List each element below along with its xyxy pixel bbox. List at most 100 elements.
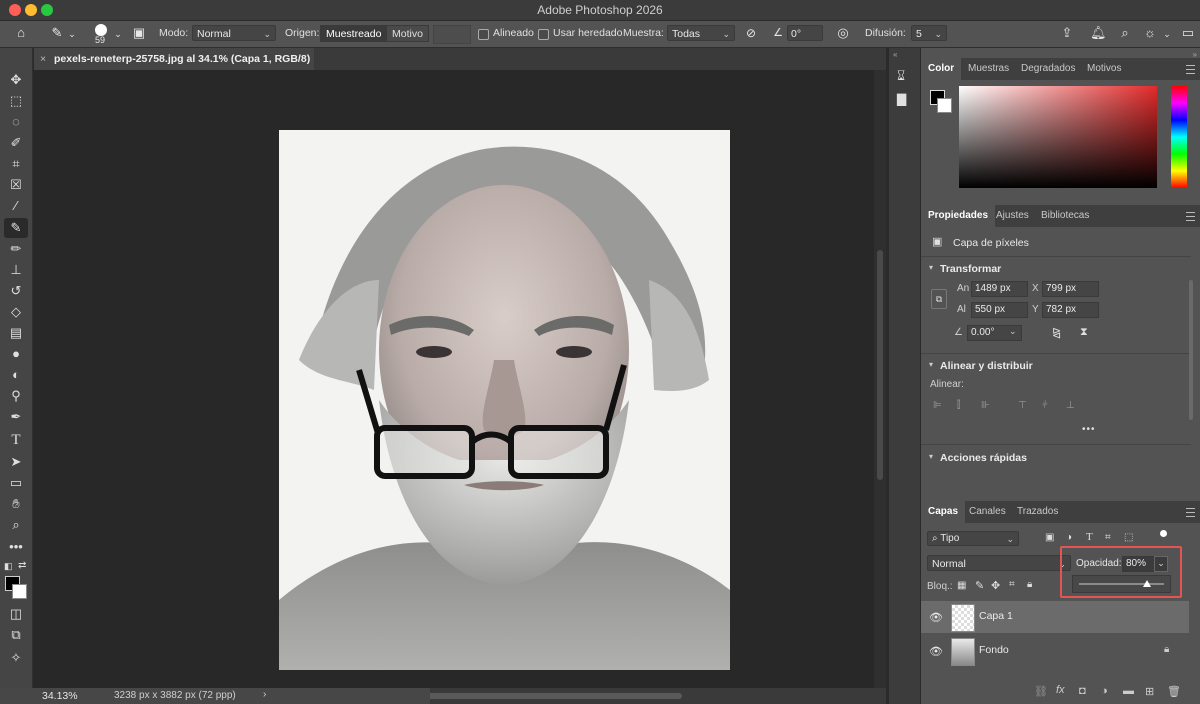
brush-tool-icon[interactable]: ✏ xyxy=(4,239,28,259)
color-picker-field[interactable] xyxy=(959,86,1157,188)
angle-input[interactable]: 0° xyxy=(787,25,823,41)
pattern-picker[interactable] xyxy=(433,25,471,44)
diffusion-select[interactable]: 5 ⌄ xyxy=(911,25,947,41)
rectangular-marquee-tool-icon[interactable]: ⬚ xyxy=(4,91,28,111)
origin-sampled-button[interactable]: Muestreado xyxy=(320,25,388,42)
blur-tool-icon[interactable]: ● xyxy=(4,344,28,364)
align-horizontal-centers-icon[interactable]: ⫿ xyxy=(957,400,960,411)
quick-actions-section-title[interactable]: Acciones rápidas xyxy=(940,452,1027,464)
layer-row-capa-1[interactable]: 👁︎ Capa 1 xyxy=(921,601,1189,633)
link-layers-icon[interactable]: ⛓︎ xyxy=(1034,685,1048,698)
lock-artboard-icon[interactable]: ⌗ xyxy=(1009,579,1015,590)
frame-tool-icon[interactable]: ☒ xyxy=(4,175,28,195)
layer-filter-select[interactable]: ⌕ Tipo ⌄ xyxy=(927,531,1019,546)
clone-stamp-tool-icon[interactable]: ⊥ xyxy=(4,260,28,280)
opacity-input[interactable]: 80% xyxy=(1122,556,1157,572)
layers-panel-menu-icon[interactable] xyxy=(1186,508,1195,517)
gradient-tool-icon[interactable]: ▤ xyxy=(4,323,28,343)
opacity-slider-thumb[interactable] xyxy=(1143,580,1151,587)
flip-horizontal-icon[interactable]: ⧎ xyxy=(1052,326,1061,339)
tab-channels[interactable]: Canales xyxy=(962,501,1013,523)
filter-adjustment-icon[interactable]: ◑ xyxy=(1066,532,1072,543)
home-icon[interactable]: ⌂ xyxy=(12,26,30,40)
tab-properties[interactable]: Propiedades xyxy=(921,205,996,227)
origin-pattern-button[interactable]: Motivo xyxy=(386,25,429,42)
chevron-down-icon[interactable]: ▾ xyxy=(929,360,933,369)
workspace-layout-icon[interactable]: ▭ xyxy=(1180,26,1196,40)
y-input[interactable]: 782 px xyxy=(1042,302,1099,318)
object-selection-tool-icon[interactable]: ✐ xyxy=(4,133,28,153)
use-legacy-checkbox[interactable] xyxy=(538,29,549,40)
lasso-tool-icon[interactable]: ◌ xyxy=(4,112,28,132)
x-input[interactable]: 799 px xyxy=(1042,281,1099,297)
clone-source-icon[interactable]: ▣ xyxy=(131,26,147,40)
lock-image-pixels-icon[interactable]: ✎ xyxy=(975,579,984,592)
add-mask-icon[interactable]: ◘ xyxy=(1079,685,1086,697)
healing-brush-tool-icon[interactable]: ✎ xyxy=(48,26,66,40)
zoom-level[interactable]: 34.13% xyxy=(42,690,78,702)
new-layer-icon[interactable]: ⊞ xyxy=(1145,685,1154,698)
sample-select[interactable]: Todas ⌄ xyxy=(667,25,735,41)
width-input[interactable]: 1489 px xyxy=(971,281,1028,297)
layer-name[interactable]: Fondo xyxy=(979,644,1009,656)
filter-pixel-icon[interactable]: ▣ xyxy=(1045,532,1054,543)
properties-panel-menu-icon[interactable] xyxy=(1186,212,1195,221)
align-vertical-centers-icon[interactable]: ⫩ xyxy=(1042,400,1048,411)
vertical-scrollbar[interactable] xyxy=(874,70,886,688)
blend-mode-select[interactable]: Normal ⌄ xyxy=(927,555,1071,571)
link-dimensions-icon[interactable]: ⧉ xyxy=(931,289,947,309)
transform-section-title[interactable]: Transformar xyxy=(940,263,1001,275)
filter-type-icon[interactable]: T xyxy=(1086,531,1093,543)
align-bottom-edges-icon[interactable]: ⊥ xyxy=(1066,400,1075,411)
adjustment-layer-icon[interactable]: ◑ xyxy=(1101,685,1108,697)
edit-toolbar-icon[interactable]: ••• xyxy=(4,537,28,557)
opacity-slider-track[interactable] xyxy=(1079,583,1164,585)
healing-brush-tool-icon[interactable]: ✎ xyxy=(4,218,28,238)
aligned-checkbox[interactable] xyxy=(478,29,489,40)
crop-tool-icon[interactable]: ⌗ xyxy=(4,154,28,174)
document-image[interactable] xyxy=(279,130,730,670)
hand-tool-icon[interactable]: ✋︎ xyxy=(4,494,28,514)
height-input[interactable]: 550 px xyxy=(971,302,1028,318)
search-icon[interactable]: ⌕ xyxy=(1117,26,1133,40)
zoom-tool-icon[interactable]: ⌕ xyxy=(4,515,28,535)
lock-transparent-pixels-icon[interactable]: ▦ xyxy=(957,580,966,591)
layer-name[interactable]: Capa 1 xyxy=(979,610,1013,622)
align-section-title[interactable]: Alinear y distribuir xyxy=(940,360,1033,372)
workspace-chevron-icon[interactable]: ⌄ xyxy=(1162,27,1172,41)
screen-mode-icon[interactable]: ⧉ xyxy=(4,625,28,645)
background-color-swatch[interactable] xyxy=(12,584,27,599)
tab-paths[interactable]: Trazados xyxy=(1010,501,1065,523)
swap-colors-icon[interactable]: ⇄ xyxy=(18,560,26,571)
flip-vertical-icon[interactable]: ⧗ xyxy=(1080,326,1088,339)
rectangle-tool-icon[interactable]: ▭ xyxy=(4,473,28,493)
status-menu-chevron-icon[interactable]: › xyxy=(263,689,266,700)
history-brush-tool-icon[interactable]: ↺ xyxy=(4,281,28,301)
filter-shape-icon[interactable]: ⌗ xyxy=(1105,532,1111,543)
chevron-down-icon[interactable]: ▾ xyxy=(929,263,933,272)
filter-toggle-icon[interactable] xyxy=(1160,530,1167,537)
quick-mask-icon[interactable]: ◫ xyxy=(4,604,28,624)
tab-color[interactable]: Color xyxy=(921,58,962,80)
tab-patterns[interactable]: Motivos xyxy=(1080,58,1128,80)
pen-tool-icon[interactable]: ✒ xyxy=(4,407,28,427)
pressure-size-icon[interactable]: ◎ xyxy=(835,26,851,40)
chevron-down-icon[interactable]: ⌄ xyxy=(1009,326,1017,337)
lock-position-icon[interactable]: ✥ xyxy=(991,579,1000,592)
delete-layer-icon[interactable]: 🗑︎ xyxy=(1167,685,1181,698)
discover-lightbulb-icon[interactable]: ☼ xyxy=(1141,26,1159,40)
tab-libraries[interactable]: Bibliotecas xyxy=(1034,205,1096,227)
eraser-tool-icon[interactable]: ◇ xyxy=(4,302,28,322)
new-group-icon[interactable]: ▬ xyxy=(1123,685,1134,697)
filter-smart-object-icon[interactable]: ⬚ xyxy=(1124,532,1133,543)
notifications-bell-icon[interactable]: 🔔︎ xyxy=(1090,26,1107,40)
vertical-scroll-thumb[interactable] xyxy=(877,250,883,480)
mode-select[interactable]: Normal ⌄ xyxy=(192,25,276,41)
layer-row-fondo[interactable]: 👁︎ Fondo 🔒︎ xyxy=(921,635,1189,667)
horizontal-scroll-thumb[interactable] xyxy=(427,693,682,699)
collapse-arrows-icon[interactable]: « xyxy=(893,50,897,59)
align-top-edges-icon[interactable]: ⊤ xyxy=(1018,400,1027,411)
document-tab[interactable]: × pexels-reneterp-25758.jpg al 34.1% (Ca… xyxy=(34,48,314,87)
eyedropper-tool-icon[interactable]: ⁄ xyxy=(4,196,28,216)
color-panel-menu-icon[interactable] xyxy=(1186,65,1195,74)
